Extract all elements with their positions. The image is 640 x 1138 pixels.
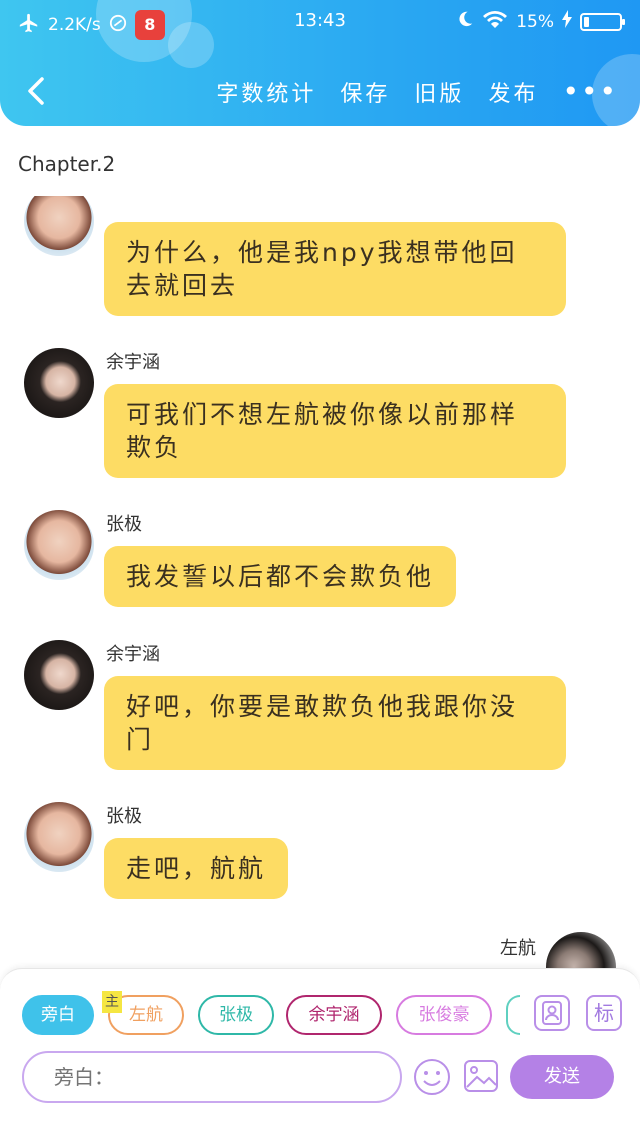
speaker-name: 左航 (500, 938, 536, 959)
message-bubble[interactable]: 为什么，他是我npy我想带他回去就回去 (104, 222, 566, 316)
speaker-name: 余宇涵 (106, 352, 160, 373)
avatar[interactable] (24, 510, 94, 580)
message-bubble[interactable]: 可我们不想左航被你像以前那样欺负 (104, 384, 566, 478)
battery-percent: 15% (516, 11, 554, 32)
charging-icon (562, 10, 572, 33)
role-selector: 旁白 左航 主 张极 余宇涵 张俊豪 标 (0, 991, 640, 1037)
role-chip-zhangji[interactable]: 张极 (198, 995, 274, 1035)
role-chip-yuyuhan[interactable]: 余宇涵 (286, 995, 382, 1035)
battery-icon (580, 12, 625, 31)
status-bar: 2.2K/s 8 13:43 15% (0, 0, 640, 44)
more-button[interactable]: ••• (562, 78, 618, 106)
wifi-icon (482, 9, 508, 34)
input-row: 发送 (0, 1051, 640, 1105)
smiley-icon (414, 1059, 450, 1095)
tag-button[interactable]: 标 (586, 995, 622, 1031)
role-chip-narration[interactable]: 旁白 (22, 995, 94, 1035)
message-bubble[interactable]: 我发誓以后都不会欺负他 (104, 546, 457, 607)
role-chip-more[interactable] (506, 995, 520, 1035)
speaker-name: 张极 (106, 806, 142, 827)
old-version-button[interactable]: 旧版 (414, 76, 464, 108)
message-input[interactable] (22, 1051, 402, 1103)
publish-button[interactable]: 发布 (488, 76, 538, 108)
speaker-name: 张极 (106, 514, 142, 535)
nav-bar: 字数统计 保存 旧版 发布 ••• (0, 60, 640, 120)
contact-icon (542, 1001, 562, 1025)
message-bubble[interactable]: 走吧，航航 (104, 838, 289, 899)
save-button[interactable]: 保存 (340, 76, 390, 108)
speaker-name: 余宇涵 (106, 644, 160, 665)
word-count-button[interactable]: 字数统计 (216, 76, 316, 108)
image-icon (464, 1060, 498, 1092)
role-chip-zhangjunhao[interactable]: 张俊豪 (396, 995, 492, 1035)
add-role-button[interactable] (534, 995, 570, 1031)
owner-tag: 主 (102, 991, 122, 1013)
battery-level (584, 16, 589, 27)
avatar[interactable] (24, 348, 94, 418)
avatar[interactable] (546, 932, 616, 968)
avatar[interactable] (24, 802, 94, 872)
app-header: 2.2K/s 8 13:43 15% 字数统计 保存 旧版 发布 ••• (0, 0, 640, 126)
chapter-title: Chapter.2 (18, 152, 116, 176)
moon-icon (456, 10, 474, 33)
image-button[interactable] (462, 1057, 502, 1097)
send-button[interactable]: 发送 (510, 1055, 614, 1099)
composer-panel: 旁白 左航 主 张极 余宇涵 张俊豪 标 发送 (0, 968, 640, 1138)
avatar[interactable] (24, 196, 94, 256)
chat-list[interactable]: 为什么，他是我npy我想带他回去就回去 余宇涵 可我们不想左航被你像以前那样欺负… (0, 196, 640, 968)
emoji-button[interactable] (412, 1057, 452, 1097)
chevron-left-icon (28, 77, 44, 105)
back-button[interactable] (20, 74, 54, 108)
message-bubble[interactable]: 好吧，你要是敢欺负他我跟你没门 (104, 676, 566, 770)
avatar[interactable] (24, 640, 94, 710)
